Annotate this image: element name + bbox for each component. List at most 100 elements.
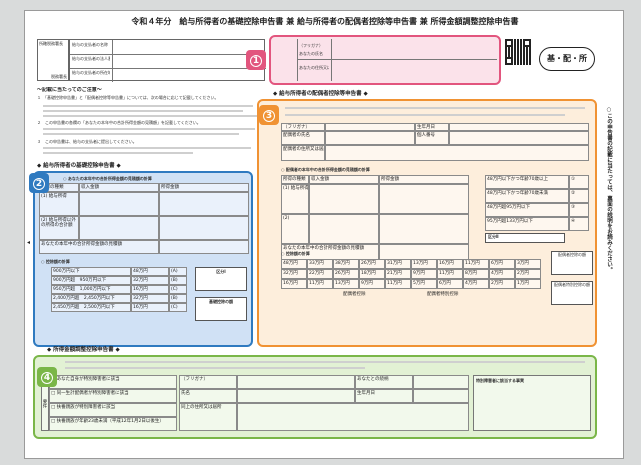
matrix-cell: 38万円 <box>333 259 359 269</box>
annotation-badge-3: 3 <box>259 105 279 125</box>
spouse-number-label: 個人番号 <box>415 131 449 145</box>
person-name-label: 氏名 <box>179 389 237 403</box>
spouse-deduction-amount-box[interactable]: 配偶者控除の額 <box>551 251 593 275</box>
matrix-cell: 21万円 <box>385 269 411 279</box>
note-3: ３ この申告書は、給与の支払者に提出してください。 <box>37 139 137 144</box>
person-furigana-input[interactable] <box>237 375 355 389</box>
spouse-row-salary: (1) 給与所得 <box>281 184 309 214</box>
col-income-amount: 所得金額 <box>159 183 249 192</box>
matrix-cell: 22万円 <box>307 269 333 279</box>
matrix-cell: 6万円 <box>489 259 515 269</box>
note-2: ２ この申告書の各欄の「あなたの本年中の合計所得金額の見積額」を記載してください… <box>37 120 201 125</box>
category-label: 48万円超95万円以下 <box>485 203 569 217</box>
category-mark[interactable]: ② <box>569 189 589 203</box>
basic-deduction-zone: ○ あなたの本年中の合計所得金額の見積額の計算 所得の種類 収入金額 所得金額 … <box>33 171 253 347</box>
spouse-deduction-heading: ○ 控除額の計算 <box>281 251 310 256</box>
basic-deduction-amount-label: 基礎控除の額 <box>209 299 233 304</box>
requirement-checkbox[interactable]: □ 扶養親族が年齢23歳未満（平成12年1月2日以後生） <box>49 417 177 431</box>
total-income-input[interactable] <box>159 240 249 254</box>
employee-address-label[interactable]: あなたの住所又は居所 <box>299 65 329 70</box>
tax-form-sheet: 令和４年分 給与所得者の基礎控除申告書 兼 給与所得者の配偶者控除等申告書 兼 … <box>24 10 624 459</box>
spouse-furigana-input[interactable] <box>325 123 415 131</box>
left-arrow-icon: ◂ <box>27 239 31 246</box>
qr-code-icon <box>505 39 531 65</box>
category-mark[interactable]: ④ <box>569 217 589 231</box>
adjustment-deduction-zone: 要件 □ あなた自身が特別障害者に該当 □ 同一生計配偶者が特別障害者に該当 □… <box>33 355 597 439</box>
payer-name-label: 給与の支払者の名称（氏名） <box>72 42 110 47</box>
deduction-mark: (B) <box>169 276 187 285</box>
spouse-row-other: (2) <box>281 214 309 244</box>
employee-name-label[interactable]: あなたの氏名 <box>299 51 323 56</box>
person-address-label: 同上の住所又は居所 <box>179 403 237 431</box>
spouse-special-amount-box[interactable]: 配偶者特別控除の額 <box>551 281 593 305</box>
person-birth-input[interactable] <box>413 389 469 403</box>
matrix-cell: 16万円 <box>281 279 307 289</box>
spouse-salary-revenue-input[interactable] <box>309 184 379 214</box>
other-revenue-input[interactable] <box>79 216 159 240</box>
basic-deduction-heading: ○ 控除額の計算 <box>41 259 70 264</box>
salary-revenue-input[interactable] <box>79 192 159 216</box>
matrix-cell: 3万円 <box>515 259 541 269</box>
matrix-cell: 11万円 <box>437 269 463 279</box>
spouse-col-revenue: 収入金額 <box>309 175 379 184</box>
person-relation-input[interactable] <box>413 375 469 389</box>
salary-income-input[interactable] <box>159 192 249 216</box>
spouse-number-input[interactable] <box>449 131 589 145</box>
spouse-deduction-matrix: 48万円 33万円 38万円 26万円 31万円 13万円 16万円 11万円 … <box>281 259 541 289</box>
deduction-mark: (A) <box>169 267 187 276</box>
requirement-checkbox[interactable]: □ あなた自身が特別障害者に該当 <box>49 375 177 389</box>
deduction-amount: 16万円 <box>131 303 169 312</box>
form-type-stamp: 基・配・所 <box>539 47 595 71</box>
deduction-amount: 48万円 <box>131 267 169 276</box>
division-1-box[interactable]: 区分Ⅰ <box>195 267 247 291</box>
matrix-cell: 13万円 <box>333 279 359 289</box>
spouse-deduction-zone: （フリガナ） 生年月日 配偶者の氏名 個人番号 配偶者の住所又は居所 ○ 配偶者… <box>257 99 597 347</box>
person-address-input[interactable] <box>237 403 469 431</box>
spouse-name-input[interactable] <box>325 131 415 145</box>
footer-spouse-special: 配偶者特別控除 <box>426 292 459 297</box>
matrix-cell: 33万円 <box>307 259 333 269</box>
deduction-mark: (B) <box>169 294 187 303</box>
spouse-total-input[interactable] <box>379 244 469 260</box>
notes-block: ～記載に当たってのご注意～ １ 「基礎控除申告書」と「配偶者控除等申告書」につい… <box>37 87 261 167</box>
note-1: １ 「基礎控除申告書」と「配偶者控除等申告書」については、次の場合に応じて記載し… <box>37 95 219 100</box>
spouse-birth-label: 生年月日 <box>415 123 449 131</box>
other-income-input[interactable] <box>159 216 249 240</box>
category-mark[interactable]: ③ <box>569 203 589 217</box>
spouse-category-table: 48万円以下かつ年齢70歳以上 ① 48万円以下かつ年齢70歳未満 ② 48万円… <box>485 175 589 231</box>
form-title: 令和４年分 給与所得者の基礎控除申告書 兼 給与所得者の配偶者控除等申告書 兼 … <box>131 17 519 26</box>
deduction-mark: (C) <box>169 303 187 312</box>
spouse-other-income-input[interactable] <box>379 214 469 244</box>
matrix-cell: 4万円 <box>489 269 515 279</box>
matrix-cell: 9万円 <box>411 269 437 279</box>
person-name-input[interactable] <box>237 389 355 403</box>
matrix-footer: 配偶者控除 配偶者特別控除 <box>343 291 543 297</box>
col-revenue: 収入金額 <box>79 183 159 192</box>
person-relation-label: あなたとの続柄 <box>355 375 413 389</box>
matrix-cell: 48万円 <box>281 259 307 269</box>
payer-address-label: 給与の支払者の所在地（住所） <box>72 70 110 75</box>
deduction-range: 2,450万円超 2,500万円以下 <box>51 303 131 312</box>
deduction-amount: 16万円 <box>131 285 169 294</box>
basic-income-table: 所得の種類 収入金額 所得金額 (1) 給与所得 (2) 給与所得以外の所得の合… <box>39 183 249 254</box>
spouse-section-heading: ◆ 給与所得者の配偶者控除等申告書 ◆ <box>273 91 368 97</box>
matrix-cell: 31万円 <box>385 259 411 269</box>
spouse-address-input[interactable] <box>325 145 589 161</box>
spouse-other-revenue-input[interactable] <box>309 214 379 244</box>
category-mark[interactable]: ① <box>569 175 589 189</box>
spouse-furigana-label: （フリガナ） <box>281 123 325 131</box>
requirement-checkbox[interactable]: □ 同一生計配偶者が特別障害者に該当 <box>49 389 177 403</box>
payer-box: 給与の支払者の名称（氏名） 給与の支払者の法人番号 給与の支払者の所在地（住所） <box>69 39 266 82</box>
matrix-cell: 2万円 <box>489 279 515 289</box>
tax-office-sub: 税務署長 <box>51 74 67 79</box>
matrix-cell: 26万円 <box>333 269 359 279</box>
annotation-badge-1: 1 <box>246 50 266 70</box>
basic-deduction-amount-box[interactable]: 基礎控除の額 <box>195 297 247 321</box>
employee-info-zone: （フリガナ） あなたの氏名 あなたの住所又は居所 <box>269 35 501 85</box>
spouse-salary-income-input[interactable] <box>379 184 469 214</box>
spouse-birth-input[interactable] <box>449 123 589 131</box>
annotation-badge-4: 4 <box>37 367 57 387</box>
requirement-checkbox[interactable]: □ 扶養親族が特別障害者に該当 <box>49 403 177 417</box>
special-disability-box[interactable]: 特別障害者に該当する事実 <box>473 375 591 431</box>
division-2-box[interactable]: 区分Ⅱ <box>485 233 565 243</box>
